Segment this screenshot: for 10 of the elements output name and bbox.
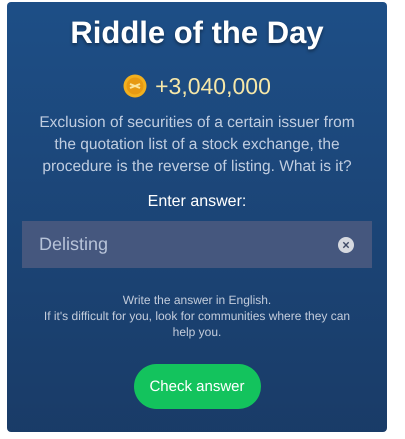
check-answer-button[interactable]: Check answer <box>134 364 260 409</box>
riddle-title: Riddle of the Day <box>70 14 324 52</box>
riddle-question: Exclusion of securities of a certain issuer from the quotation list of a stock exchange, the procedure is the reverse of listing. What is it? <box>38 113 356 177</box>
clear-icon[interactable] <box>338 236 354 252</box>
coin-icon <box>123 74 148 98</box>
reward-amount: +3,040,000 <box>155 72 271 100</box>
hint-text: If it's difficult for you, look for communities where they can help you. <box>42 308 352 340</box>
hint-text: Write the answer in English. <box>122 292 272 308</box>
answer-field[interactable]: Delisting <box>22 221 372 268</box>
answer-label: Enter answer: <box>148 192 246 212</box>
